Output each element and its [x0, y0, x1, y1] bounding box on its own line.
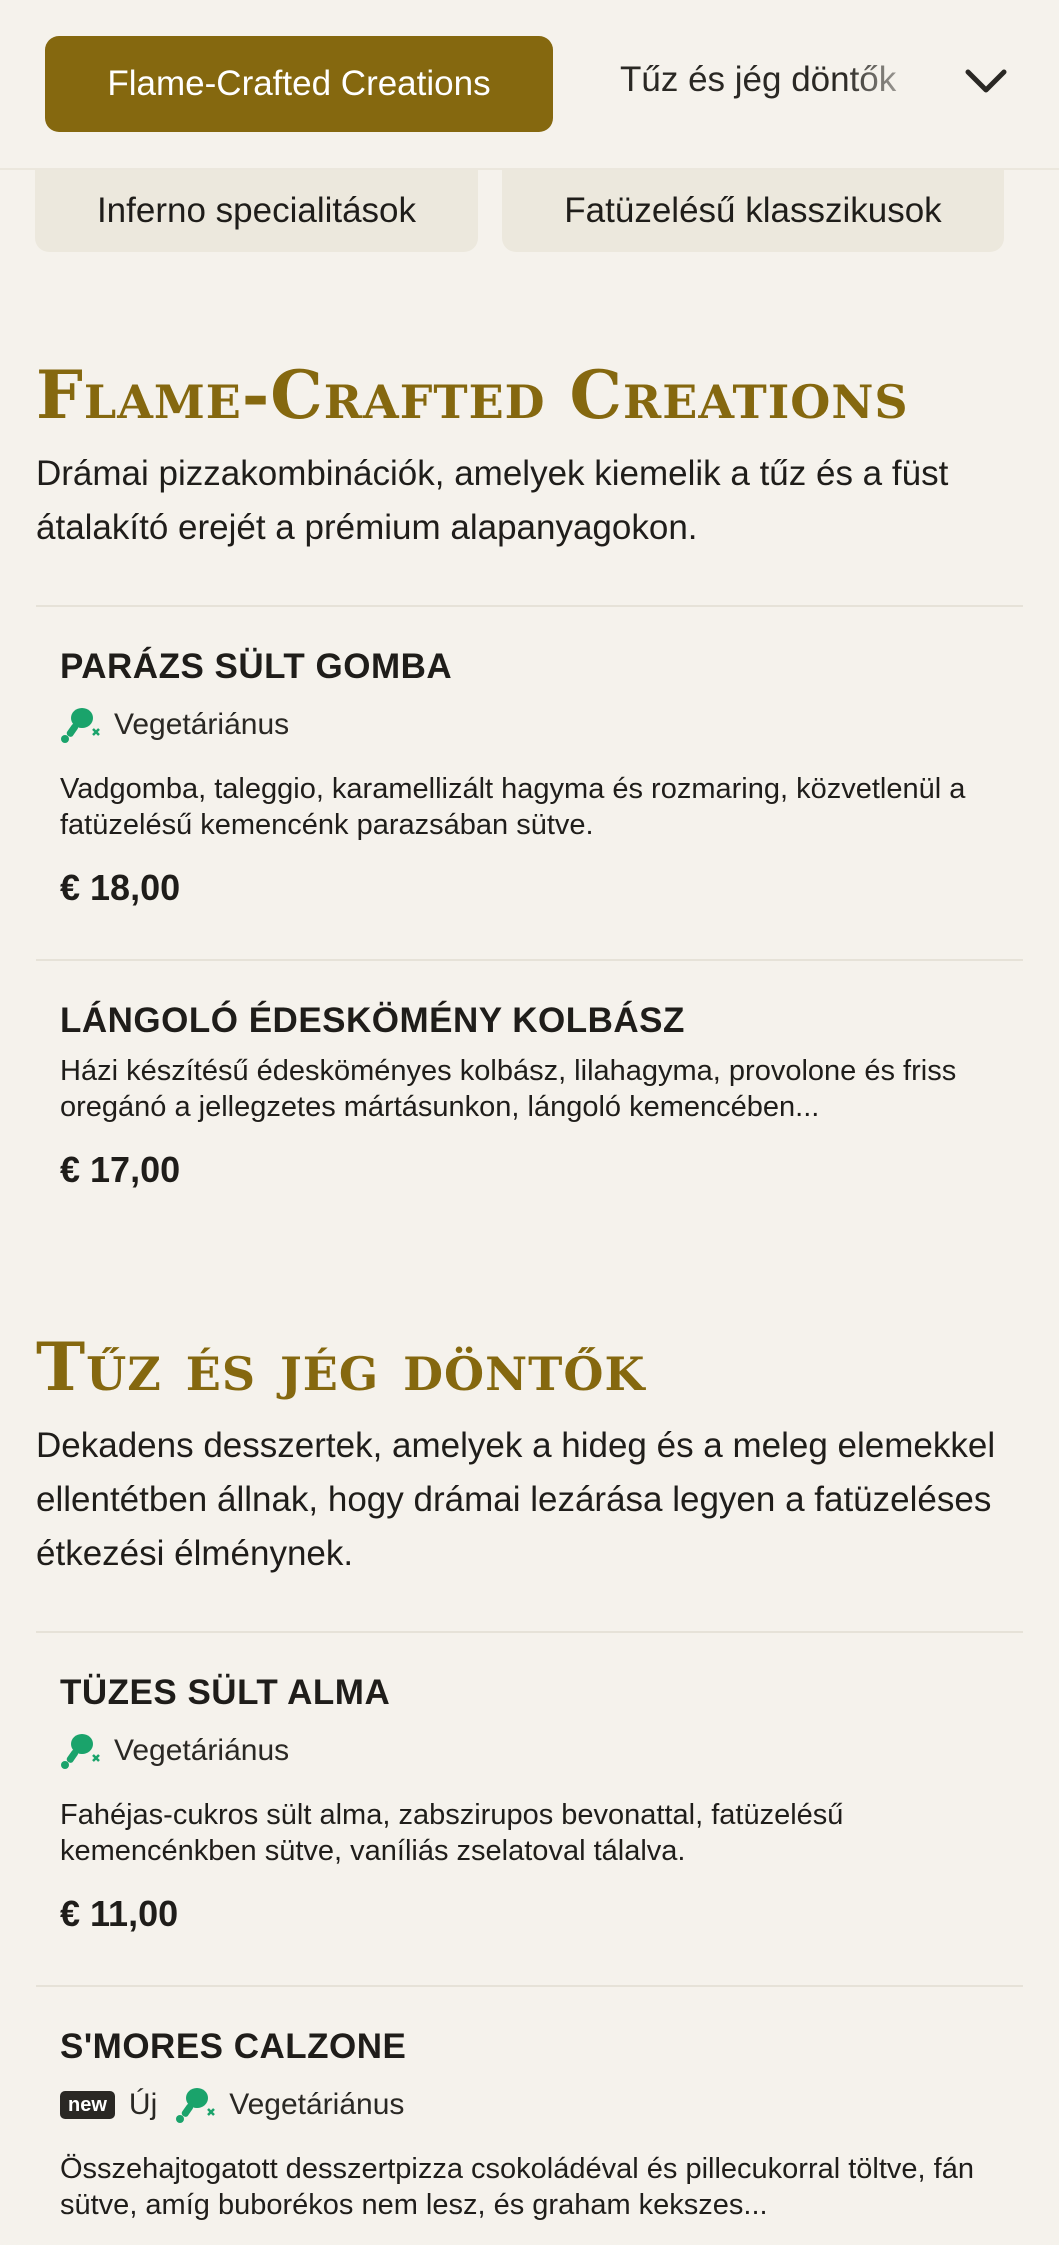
chevron-down-icon[interactable]: [962, 62, 1010, 102]
tag-label: Vegetáriánus: [114, 708, 290, 741]
item-name: S'MORES CALZONE: [60, 2027, 407, 2066]
item-price: € 17,00: [60, 1149, 181, 1190]
pill-inferno[interactable]: Inferno specialitások: [35, 170, 478, 252]
item-name: TÜZES SÜLT ALMA: [60, 1673, 391, 1712]
pill-classics[interactable]: Fatüzelésű klasszikusok: [502, 170, 1004, 252]
menu-item[interactable]: PARÁZS SÜLT GOMBA Vegetáriánus Vadgomba,…: [36, 605, 1023, 959]
tag-vegetarian: Vegetáriánus: [60, 705, 289, 745]
menu-item[interactable]: LÁNGOLÓ ÉDESKÖMÉNY KOLBÁSZ Házi készítés…: [36, 959, 1023, 1227]
category-tab-next[interactable]: Tűz és jég döntők: [620, 60, 940, 100]
item-price: € 11,00: [60, 1893, 179, 1934]
item-description: Vadgomba, taleggio, karamellizált hagyma…: [60, 773, 966, 841]
menu-section-flame-crafted: Flame-Crafted Creations Drámai pizzakomb…: [36, 355, 1023, 1227]
menu-item[interactable]: TÜZES SÜLT ALMA Vegetáriánus Fahéjas-cuk…: [36, 1631, 1023, 1985]
category-nav-bar: Flame-Crafted Creations Tűz és jég döntő…: [0, 0, 1059, 170]
tag-label: Vegetáriánus: [114, 1734, 290, 1767]
vegetarian-drumstick-crossed-icon: [176, 2088, 216, 2123]
category-tab-active[interactable]: Flame-Crafted Creations: [45, 36, 553, 132]
subcategory-pills: Inferno specialitások Fatüzelésű klasszi…: [0, 170, 1059, 252]
menu-section-fire-and-ice: Tűz és jég döntők Dekadens desszertek, a…: [36, 1327, 1023, 2245]
section-description: Drámai pizzakombinációk, amelyek kiemeli…: [36, 454, 949, 547]
item-tags: new Új Vegetáriánus: [60, 2085, 999, 2125]
item-name: LÁNGOLÓ ÉDESKÖMÉNY KOLBÁSZ: [60, 1001, 685, 1040]
section-title: Flame-Crafted Creations: [36, 356, 909, 434]
item-description: Összehajtogatott desszertpizza csokoládé…: [60, 2153, 974, 2221]
menu-item[interactable]: S'MORES CALZONE new Új Vegetáriánus Össz…: [36, 1985, 1023, 2245]
item-description: Fahéjas-cukros sült alma, zabszirupos be…: [60, 1799, 844, 1867]
item-description: Házi készítésű édesköményes kolbász, lil…: [60, 1055, 957, 1123]
tag-vegetarian: Vegetáriánus: [60, 1731, 289, 1771]
new-badge: new: [60, 2091, 115, 2119]
tag-new: Új: [128, 2088, 158, 2121]
item-tags: Vegetáriánus: [60, 1731, 999, 1771]
item-tags: Vegetáriánus: [60, 705, 999, 745]
tag-label: Vegetáriánus: [229, 2088, 405, 2121]
tag-vegetarian: Vegetáriánus: [175, 2085, 404, 2125]
section-description: Dekadens desszertek, amelyek a hideg és …: [36, 1426, 996, 1573]
item-price: € 18,00: [60, 867, 181, 908]
vegetarian-drumstick-crossed-icon: [61, 708, 100, 743]
item-name: PARÁZS SÜLT GOMBA: [60, 647, 453, 686]
vegetarian-drumstick-crossed-icon: [61, 1734, 100, 1769]
section-title: Tűz és jég döntők: [36, 1328, 646, 1406]
